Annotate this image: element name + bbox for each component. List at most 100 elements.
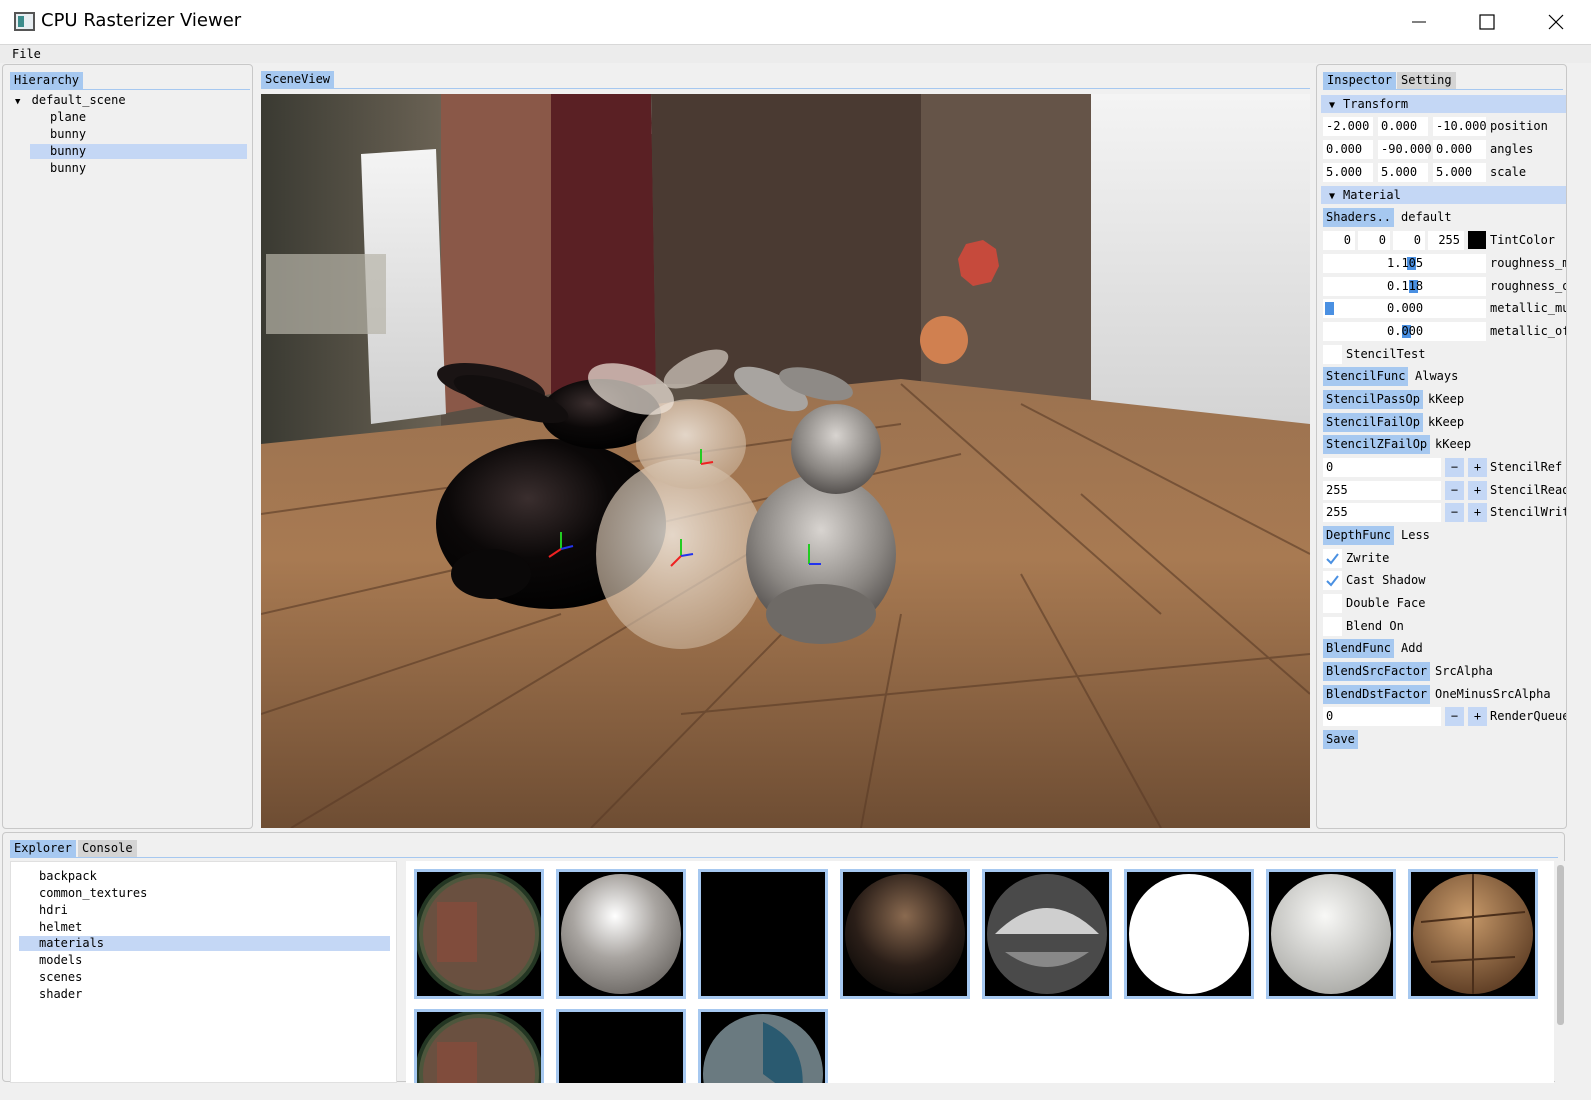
minimize-button[interactable] xyxy=(1385,0,1453,45)
stencil-zfail-op-button[interactable]: StencilZFailOp xyxy=(1323,435,1431,454)
tint-b[interactable]: 0 xyxy=(1393,231,1425,250)
tab-inspector[interactable]: Inspector xyxy=(1323,72,1397,89)
dir-item-scenes[interactable]: scenes xyxy=(19,970,390,985)
stencil-write-plus[interactable]: + xyxy=(1468,503,1487,522)
metallic-of-slider[interactable]: 0.000 xyxy=(1323,322,1486,341)
tab-console[interactable]: Console xyxy=(78,840,137,857)
material-thumb-backpack-2[interactable] xyxy=(414,1009,544,1083)
title-bar: CPU Rasterizer Viewer xyxy=(0,0,1591,45)
stencil-func-value: Always xyxy=(1415,369,1459,383)
tree-root-label: default_scene xyxy=(31,93,126,107)
blend-src-factor-button[interactable]: BlendSrcFactor xyxy=(1323,662,1431,681)
roughness-m-label: roughness_m xyxy=(1490,256,1567,270)
depth-func-value: Less xyxy=(1401,528,1430,542)
tint-color-swatch[interactable] xyxy=(1468,231,1486,249)
tab-setting[interactable]: Setting xyxy=(1397,72,1456,89)
stencil-fail-op-button[interactable]: StencilFailOp xyxy=(1323,413,1423,432)
stencil-test-checkbox[interactable] xyxy=(1323,345,1342,364)
render-queue-input[interactable]: 0 xyxy=(1323,707,1441,726)
stencil-read-input[interactable]: 255 xyxy=(1323,481,1441,500)
scale-z[interactable]: 5.000 xyxy=(1433,163,1486,182)
angles-x[interactable]: 0.000 xyxy=(1323,140,1373,159)
dir-item-shader[interactable]: shader xyxy=(19,987,390,1002)
stencil-write-input[interactable]: 255 xyxy=(1323,503,1441,522)
stencil-read-plus[interactable]: + xyxy=(1468,481,1487,500)
stencil-ref-plus[interactable]: + xyxy=(1468,458,1487,477)
tree-item-plane[interactable]: plane xyxy=(30,110,247,125)
stencil-ref-minus[interactable]: − xyxy=(1445,458,1464,477)
render-queue-plus[interactable]: + xyxy=(1468,707,1487,726)
scene-viewport[interactable] xyxy=(261,94,1310,828)
angles-y[interactable]: -90.000 xyxy=(1378,140,1432,159)
cast-shadow-checkbox[interactable] xyxy=(1323,571,1342,590)
blend-dst-factor-button[interactable]: BlendDstFactor xyxy=(1323,685,1431,704)
section-material[interactable]: ▼ Material xyxy=(1321,186,1566,204)
metallic-mu-slider[interactable]: 0.000 xyxy=(1323,299,1486,318)
blend-dst-factor-value: OneMinusSrcAlpha xyxy=(1435,687,1551,701)
sceneview-panel: SceneView xyxy=(256,64,1312,829)
tab-hierarchy[interactable]: Hierarchy xyxy=(10,72,84,89)
menu-file[interactable]: File xyxy=(12,47,41,61)
tab-explorer[interactable]: Explorer xyxy=(10,840,76,857)
scale-x[interactable]: 5.000 xyxy=(1323,163,1373,182)
stencil-pass-op-button[interactable]: StencilPassOp xyxy=(1323,390,1423,409)
stencil-pass-op-value: kKeep xyxy=(1428,392,1465,406)
tree-item-bunny[interactable]: bunny xyxy=(30,161,247,176)
material-thumb-white[interactable] xyxy=(1124,869,1254,999)
material-thumb-wood[interactable] xyxy=(1408,869,1538,999)
dir-item-materials[interactable]: materials xyxy=(19,936,390,951)
depth-func-button[interactable]: DepthFunc xyxy=(1323,526,1395,545)
stencil-ref-input[interactable]: 0 xyxy=(1323,458,1441,477)
tree-item-label: bunny xyxy=(50,161,87,175)
window-title: CPU Rasterizer Viewer xyxy=(41,10,242,31)
blend-func-value: Add xyxy=(1401,641,1423,655)
save-button[interactable]: Save xyxy=(1323,730,1358,749)
zwrite-checkbox[interactable] xyxy=(1323,549,1342,568)
tree-item-bunny[interactable]: bunny xyxy=(30,127,247,142)
scale-y[interactable]: 5.000 xyxy=(1378,163,1428,182)
position-x[interactable]: -2.000 xyxy=(1323,117,1373,136)
roughness-o-slider[interactable]: 0.118 xyxy=(1323,277,1486,296)
dir-item-hdri[interactable]: hdri xyxy=(19,903,390,918)
position-y[interactable]: 0.000 xyxy=(1378,117,1428,136)
thumbnail-scrollbar[interactable] xyxy=(1555,861,1565,1083)
blend-on-checkbox[interactable] xyxy=(1323,617,1342,636)
stencil-read-minus[interactable]: − xyxy=(1445,481,1464,500)
render-queue-minus[interactable]: − xyxy=(1445,707,1464,726)
tree-root[interactable]: ▼ default_scene xyxy=(15,93,235,108)
roughness-m-slider[interactable]: 1.105 xyxy=(1323,254,1486,273)
tab-sceneview[interactable]: SceneView xyxy=(261,71,335,88)
section-transform[interactable]: ▼ Transform xyxy=(1321,95,1566,113)
tint-r[interactable]: 0 xyxy=(1323,231,1355,250)
tint-a[interactable]: 255 xyxy=(1428,231,1464,250)
material-thumb-dark-glossy[interactable] xyxy=(840,869,970,999)
material-thumb-ceramic[interactable] xyxy=(1266,869,1396,999)
shaders-button[interactable]: Shaders.. xyxy=(1323,208,1395,227)
material-thumb-helmet[interactable] xyxy=(982,869,1112,999)
dir-item-common-textures[interactable]: common_textures xyxy=(19,886,390,901)
material-thumbnails xyxy=(406,861,1554,1083)
material-thumb-empty-2[interactable] xyxy=(556,1009,686,1083)
tint-g[interactable]: 0 xyxy=(1358,231,1390,250)
tab-underline xyxy=(10,89,250,90)
metallic-mu-label: metallic_mu xyxy=(1490,301,1567,315)
dir-item-backpack[interactable]: backpack xyxy=(19,869,390,884)
dir-item-helmet[interactable]: helmet xyxy=(19,920,390,935)
scrollbar-thumb[interactable] xyxy=(1557,865,1564,1025)
stencil-func-button[interactable]: StencilFunc xyxy=(1323,367,1409,386)
material-thumb-backpack[interactable] xyxy=(414,869,544,999)
explorer-panel: Explorer Console backpack common_texture… xyxy=(2,832,1565,1083)
material-thumb-metal[interactable] xyxy=(556,869,686,999)
double-face-checkbox[interactable] xyxy=(1323,594,1342,613)
maximize-button[interactable] xyxy=(1453,0,1521,45)
blend-func-button[interactable]: BlendFunc xyxy=(1323,639,1395,658)
material-thumb-empty[interactable] xyxy=(698,869,828,999)
close-button[interactable] xyxy=(1522,0,1590,45)
dir-item-models[interactable]: models xyxy=(19,953,390,968)
material-thumb-glass[interactable] xyxy=(698,1009,828,1083)
tree-item-bunny-selected[interactable]: bunny xyxy=(30,144,247,159)
scale-label: scale xyxy=(1490,165,1527,179)
angles-z[interactable]: 0.000 xyxy=(1433,140,1486,159)
stencil-write-minus[interactable]: − xyxy=(1445,503,1464,522)
position-z[interactable]: -10.000 xyxy=(1433,117,1487,136)
